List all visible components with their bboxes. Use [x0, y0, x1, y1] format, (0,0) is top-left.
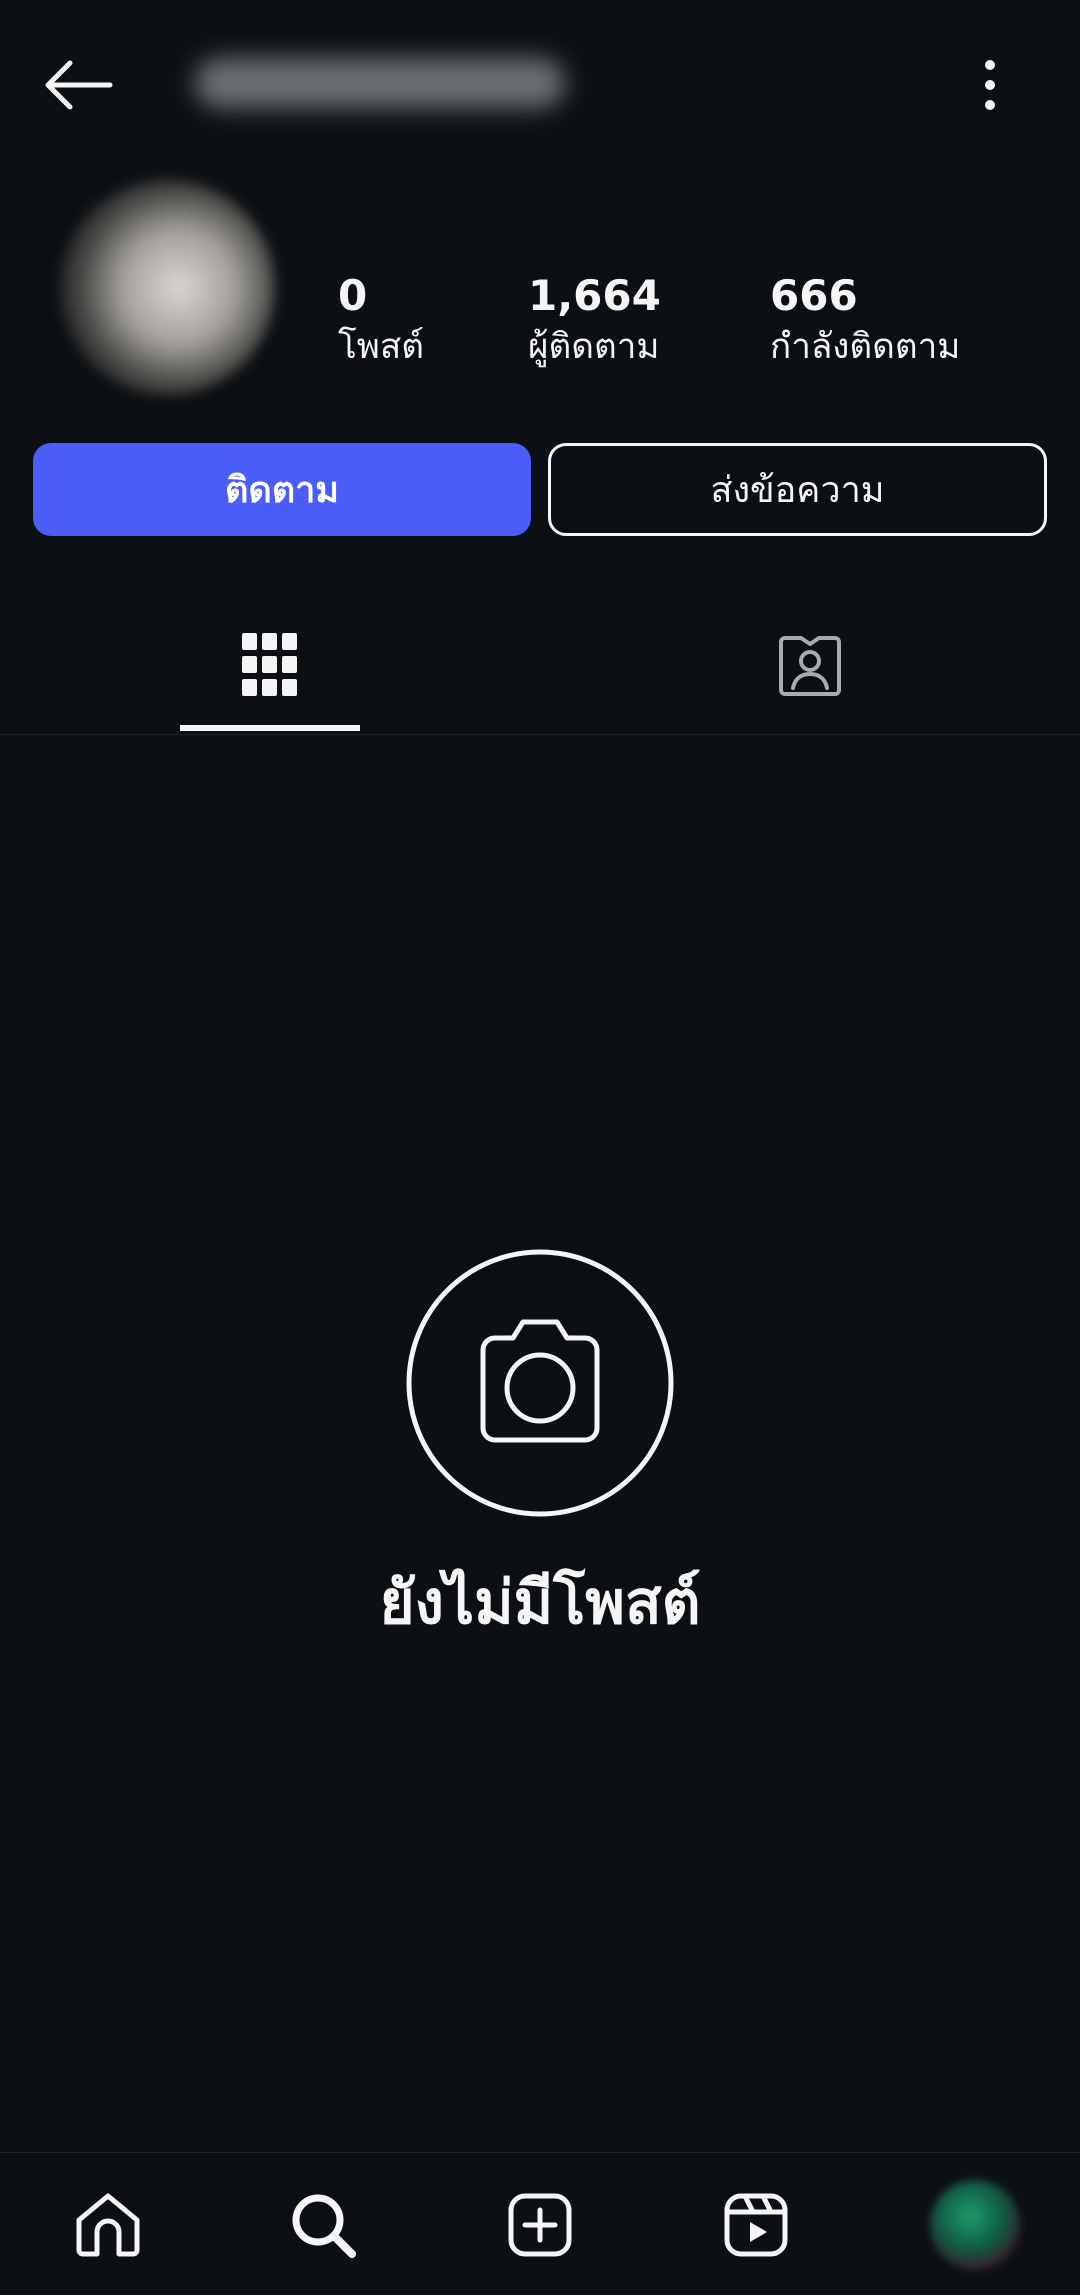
camera-icon: [406, 1249, 674, 1517]
profile-tabs: [0, 595, 1080, 735]
arrow-left-icon: [45, 60, 113, 110]
following-stat[interactable]: 666 กำลังติดตาม: [770, 270, 960, 372]
back-button[interactable]: [38, 50, 118, 120]
top-bar: [0, 0, 1080, 170]
posts-count: 0: [338, 271, 368, 320]
home-icon: [76, 2193, 140, 2256]
create-plus-icon: [508, 2193, 572, 2256]
active-tab-indicator: [180, 725, 360, 731]
more-options-button[interactable]: [960, 50, 1020, 120]
follow-button[interactable]: ติดตาม: [33, 443, 531, 536]
tab-posts-grid[interactable]: [0, 595, 540, 735]
reels-icon: [724, 2193, 788, 2256]
bottom-navigation: [0, 2152, 1080, 2295]
message-button[interactable]: ส่งข้อความ: [548, 443, 1047, 536]
followers-label: ผู้ติดตาม: [528, 327, 660, 367]
profile-avatar-icon: [930, 2179, 1020, 2270]
following-label: กำลังติดตาม: [770, 327, 961, 367]
grid-icon: [242, 633, 297, 696]
tab-tagged[interactable]: [540, 595, 1080, 735]
profile-screen: 0 โพสต์ 1,664 ผู้ติดตาม 666 กำลังติดตาม …: [0, 0, 1080, 2295]
followers-stat[interactable]: 1,664 ผู้ติดตาม: [528, 270, 661, 372]
following-count: 666: [770, 271, 858, 320]
search-icon: [292, 2194, 356, 2258]
followers-count: 1,664: [528, 271, 661, 320]
more-vertical-icon: [985, 60, 995, 110]
nav-search[interactable]: [263, 2153, 383, 2295]
posts-stat: 0 โพสต์: [338, 270, 424, 372]
profile-avatar[interactable]: [60, 180, 275, 395]
tagged-person-icon: [779, 636, 841, 696]
empty-state-text: ยังไม่มีโพสต์: [379, 1568, 701, 1638]
nav-reels[interactable]: [696, 2153, 816, 2295]
username-redacted: [195, 58, 565, 108]
posts-label: โพสต์: [338, 327, 424, 367]
nav-profile[interactable]: [915, 2153, 1035, 2295]
nav-home[interactable]: [48, 2153, 168, 2295]
nav-create[interactable]: [480, 2153, 600, 2295]
